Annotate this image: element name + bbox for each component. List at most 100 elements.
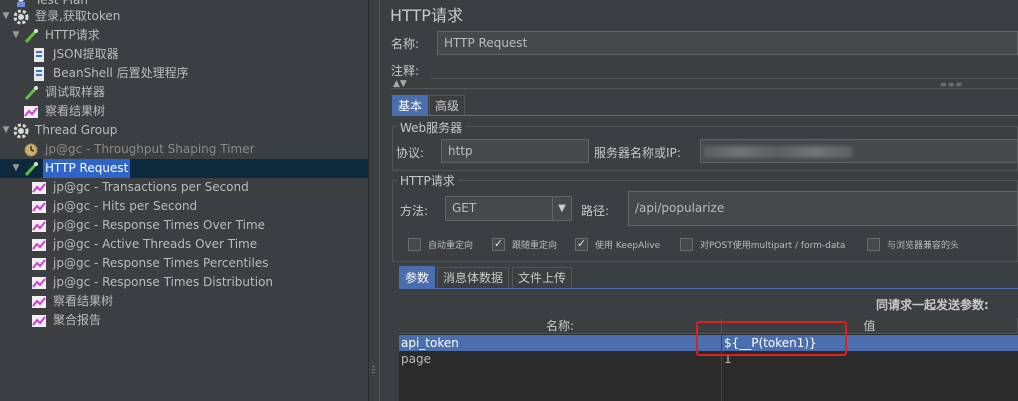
timer-icon: [22, 142, 40, 158]
tree-item-label: jp@gc - Transactions per Second: [53, 180, 249, 194]
tree-item-label: jp@gc - Hits per Second: [53, 199, 198, 213]
tree-item-login-group[interactable]: ▼ 登录,获取token: [0, 7, 122, 26]
graph-icon: [30, 199, 48, 215]
graph-icon: [30, 275, 48, 291]
tree-item-result-tree-2[interactable]: 察看结果树: [30, 292, 115, 311]
checkmark-icon[interactable]: ✓: [575, 238, 588, 251]
tab-body-data[interactable]: 消息体数据: [437, 267, 510, 288]
tree-item-label: jp@gc - Active Threads Over Time: [53, 237, 258, 251]
tree-item-label: 察看结果树: [53, 294, 114, 308]
tree-item-http-request[interactable]: ▼ HTTP Request: [10, 159, 131, 178]
name-label: 名称:: [391, 37, 420, 51]
path-field[interactable]: /api/popularize: [628, 191, 1018, 226]
tree-toggle[interactable]: ▼: [10, 26, 22, 45]
checkbox-multipart[interactable]: 对POST使用multipart / form-data: [680, 238, 845, 251]
checkbox-auto-redirect[interactable]: 自动重定向: [408, 238, 473, 251]
tree-item-label: jp@gc - Throughput Shaping Timer: [45, 142, 255, 156]
graph-icon: [30, 313, 48, 329]
tree-toggle[interactable]: ▼: [0, 121, 12, 140]
test-plan-tree[interactable]: Test Plan ▼ 登录,获取token ▼ HTTP请求 JSON提取器 …: [0, 0, 368, 401]
http-request-title: HTTP请求: [397, 172, 458, 189]
gear-icon: [12, 123, 30, 139]
checkbox-box[interactable]: [867, 238, 880, 251]
checkbox-box[interactable]: [408, 238, 421, 251]
column-header-name[interactable]: 名称:: [399, 318, 722, 334]
tree-item-thread-group[interactable]: ▼ Thread Group: [0, 121, 119, 140]
highlight-annotation-box: [696, 321, 847, 356]
tree-item-label: jp@gc - Response Times Percentiles: [53, 256, 269, 270]
checkbox-label: 跟随重定向: [512, 241, 558, 251]
tab-file-upload[interactable]: 文件上传: [512, 267, 573, 288]
checkbox-label: 自动重定向: [428, 241, 474, 251]
page-title: HTTP请求: [390, 6, 463, 25]
tab-parameters[interactable]: 参数: [399, 266, 436, 288]
checkbox-keepalive[interactable]: ✓ 使用 KeepAlive: [575, 238, 660, 251]
tree-item-result-tree-1[interactable]: 察看结果树: [22, 102, 107, 121]
checkbox-follow-redirect[interactable]: ✓ 跟随重定向: [492, 238, 557, 251]
method-label: 方法:: [400, 204, 429, 218]
tree-item-label: JSON提取器: [53, 47, 119, 61]
tree-item-http-request-login[interactable]: ▼ HTTP请求: [10, 26, 102, 45]
param-name-cell[interactable]: page: [399, 351, 722, 367]
tree-item-rt-distribution[interactable]: jp@gc - Response Times Distribution: [30, 273, 275, 292]
tree-item-label: Thread Group: [35, 123, 118, 137]
tree-item-label: 登录,获取token: [35, 9, 121, 23]
graph-icon: [30, 294, 48, 310]
tree-item-label: BeanShell 后置处理程序: [53, 66, 189, 80]
name-field[interactable]: HTTP Request: [437, 31, 1018, 55]
pipette-icon: [22, 28, 40, 44]
checkbox-label: 使用 KeepAlive: [595, 241, 661, 251]
tree-item-debug-sampler[interactable]: 调试取样器: [22, 83, 107, 102]
tree-item-label: jp@gc - Response Times Over Time: [53, 218, 266, 232]
comment-label: 注释:: [391, 64, 420, 78]
tree-item-active-threads[interactable]: jp@gc - Active Threads Over Time: [30, 235, 259, 254]
protocol-field[interactable]: http: [441, 139, 589, 163]
tab-basic[interactable]: 基本: [392, 95, 429, 115]
tree-item-label: 聚合报告: [53, 313, 102, 327]
tree-item-label: 调试取样器: [45, 85, 106, 99]
send-params-label: 同请求一起发送参数:: [876, 298, 989, 312]
chevron-down-icon[interactable]: ▼: [552, 197, 571, 220]
script-icon: [30, 47, 48, 63]
blurred-server-value: [703, 146, 853, 158]
checkbox-label: 与浏览器兼容的头: [887, 241, 960, 251]
tree-item-json-extractor[interactable]: JSON提取器: [30, 45, 121, 64]
tree-item-label: jp@gc - Response Times Distribution: [53, 275, 274, 289]
tree-item-label: HTTP请求: [45, 28, 100, 42]
tree-item-tps[interactable]: jp@gc - Transactions per Second: [30, 178, 251, 197]
checkbox-browser-headers[interactable]: 与浏览器兼容的头: [867, 238, 959, 251]
tree-item-throughput-timer[interactable]: jp@gc - Throughput Shaping Timer: [22, 140, 257, 159]
server-label: 服务器名称或IP:: [594, 146, 681, 160]
checkbox-label: 对POST使用multipart / form-data: [700, 241, 846, 251]
protocol-label: 协议:: [396, 146, 425, 160]
tree-item-hps[interactable]: jp@gc - Hits per Second: [30, 197, 199, 216]
comment-field[interactable]: [431, 62, 1018, 79]
tree-item-rt-percentiles[interactable]: jp@gc - Response Times Percentiles: [30, 254, 270, 273]
checkbox-box[interactable]: [680, 238, 693, 251]
web-server-title: Web服务器: [397, 119, 466, 136]
tree-item-beanshell[interactable]: BeanShell 后置处理程序: [30, 64, 191, 83]
tree-item-rt-over-time[interactable]: jp@gc - Response Times Over Time: [30, 216, 267, 235]
gear-icon: [12, 9, 30, 25]
path-label: 路径:: [581, 204, 610, 218]
split-pane-divider[interactable]: [368, 0, 380, 401]
server-field[interactable]: [700, 139, 1018, 163]
tab-advanced[interactable]: 高级: [429, 95, 466, 115]
method-select[interactable]: GET ▼: [445, 196, 572, 221]
pipette-icon: [22, 85, 40, 101]
graph-icon: [22, 104, 40, 120]
tree-item-label: 察看结果树: [45, 104, 106, 118]
checkmark-icon[interactable]: ✓: [492, 238, 505, 251]
graph-icon: [30, 256, 48, 272]
tree-toggle[interactable]: ▼: [0, 7, 12, 26]
graph-icon: [30, 180, 48, 196]
graph-icon: [30, 237, 48, 253]
method-value: GET: [452, 201, 477, 215]
tree-toggle[interactable]: ▼: [10, 159, 22, 178]
pipette-icon: [22, 161, 40, 177]
param-name-cell[interactable]: api_token: [399, 335, 722, 351]
graph-icon: [30, 218, 48, 234]
tree-item-aggregate-report[interactable]: 聚合报告: [30, 311, 103, 330]
script-icon: [30, 66, 48, 82]
tree-item-label: HTTP Request: [43, 159, 131, 178]
